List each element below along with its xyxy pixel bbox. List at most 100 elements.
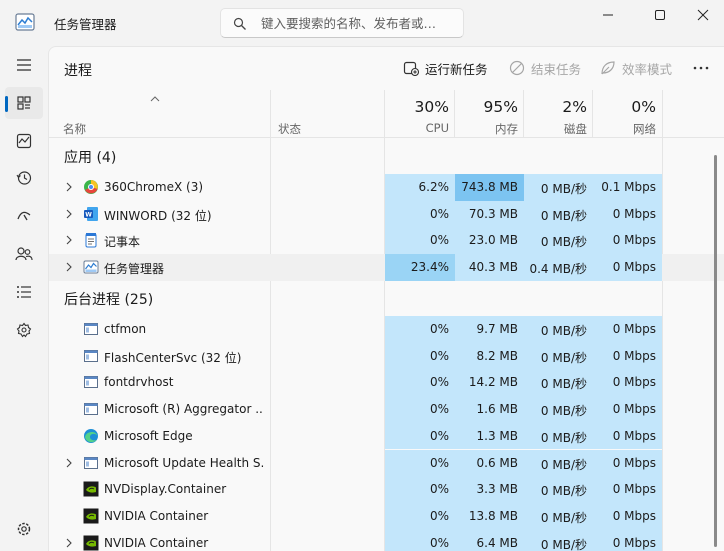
column-cpu[interactable]: 30% CPU — [385, 90, 455, 138]
process-icon — [83, 321, 99, 337]
search-box[interactable] — [220, 8, 464, 38]
nvidia-icon — [83, 481, 99, 497]
heat-strip — [524, 316, 593, 322]
nav-services[interactable] — [5, 314, 43, 346]
chevron-right-icon[interactable] — [65, 182, 73, 192]
cpu-cell: 0% — [385, 396, 455, 423]
network-cell: 0 Mbps — [593, 529, 662, 551]
memory-cell: 6.4 MB — [455, 529, 524, 551]
table-row[interactable]: Microsoft (R) Aggregator ... 0% 1.6 MB 0 MB… — [49, 396, 724, 423]
process-name: Microsoft (R) Aggregator ... — [104, 402, 264, 417]
process-icon — [83, 374, 99, 390]
end-task-button[interactable]: 结束任务 — [509, 58, 581, 78]
section-title-apps: 应用 (4) — [64, 150, 117, 166]
cpu-cell: 0% — [385, 422, 455, 450]
memory-cell: 23.0 MB — [455, 227, 524, 255]
column-disk[interactable]: 2% 磁盘 — [524, 90, 593, 138]
column-network[interactable]: 0% 网络 — [593, 90, 662, 138]
efficiency-mode-button[interactable]: 效率模式 — [600, 58, 672, 78]
page-title: 进程 — [64, 63, 92, 79]
nav-details[interactable] — [5, 276, 43, 308]
process-name: Microsoft Edge — [104, 428, 193, 443]
nvidia-icon — [83, 508, 99, 524]
network-cell: 0 Mbps — [593, 396, 662, 423]
table-row[interactable]: fontdrvhost 0% 14.2 MB 0 MB/秒 0 Mbps — [49, 369, 724, 397]
cpu-cell: 23.4% — [385, 254, 455, 281]
chevron-right-icon[interactable] — [65, 235, 73, 245]
history-icon — [16, 171, 32, 185]
table-row[interactable]: NVIDIA Container 0% 6.4 MB 0 MB/秒 0 Mbps — [49, 529, 724, 551]
close-button[interactable] — [680, 0, 724, 30]
svg-text:W: W — [85, 211, 92, 218]
scrollbar[interactable] — [714, 155, 717, 547]
network-cell: 0 Mbps — [593, 369, 662, 397]
table-row[interactable]: 记事本 0% 23.0 MB 0 MB/秒 0 Mbps — [49, 227, 724, 255]
nav-performance[interactable] — [5, 125, 43, 157]
word-icon: W — [83, 206, 99, 222]
more-options-button[interactable] — [693, 58, 709, 78]
column-status[interactable]: 状态 — [271, 90, 384, 138]
process-name: NVDisplay.Container — [104, 482, 227, 497]
disk-cell: 0 MB/秒 — [524, 529, 593, 551]
table-row[interactable]: NVIDIA Container 0% 13.8 MB 0 MB/秒 0 Mbps — [49, 502, 724, 530]
maximize-button[interactable] — [637, 0, 683, 30]
chevron-right-icon[interactable] — [65, 262, 73, 272]
section-title-background: 后台进程 (25) — [64, 292, 154, 308]
task-manager-icon — [83, 259, 99, 275]
memory-cell: 1.6 MB — [455, 396, 524, 423]
table-row[interactable]: FlashCenterSvc (32 位) 0% 8.2 MB 0 MB/秒 0 Mbp… — [49, 342, 724, 370]
process-icon — [83, 401, 99, 417]
run-new-task-button[interactable]: 运行新任务 — [403, 58, 488, 78]
cpu-cell: 0% — [385, 476, 455, 503]
process-name: NVIDIA Container — [104, 508, 209, 523]
disk-total: 2% — [562, 98, 587, 116]
disk-cell: 0 MB/秒 — [524, 502, 593, 530]
disk-cell: 0 MB/秒 — [524, 200, 593, 228]
table-row[interactable]: Microsoft Edge 0% 1.3 MB 0 MB/秒 0 Mbps — [49, 422, 724, 450]
close-icon — [697, 9, 709, 21]
cpu-cell: 6.2% — [385, 174, 455, 201]
table-row[interactable]: 任务管理器 23.4% 40.3 MB 0.4 MB/秒 0 Mbps — [49, 254, 724, 281]
disk-cell: 0 MB/秒 — [524, 449, 593, 477]
column-name[interactable]: 名称 — [49, 90, 270, 138]
cpu-cell: 0% — [385, 227, 455, 255]
minimize-button[interactable] — [585, 0, 631, 30]
users-icon — [15, 247, 33, 261]
disk-cell: 0.4 MB/秒 — [524, 254, 593, 281]
title-bar: 任务管理器 — [0, 0, 724, 46]
nav-users[interactable] — [5, 238, 43, 270]
sort-up-icon — [150, 96, 160, 102]
gear-icon — [17, 522, 31, 536]
table-row[interactable]: W WINWORD (32 位) 0% 70.3 MB 0 MB/秒 0 Mbps — [49, 200, 724, 228]
leaf-icon — [601, 61, 615, 75]
processes-panel: 进程 运行新任务 结束任务 效率模式 名称 状态 30% CPU 95% 内存 … — [48, 46, 724, 551]
nav-processes[interactable] — [5, 87, 43, 119]
cpu-cell: 0% — [385, 200, 455, 228]
table-row[interactable]: Microsoft Update Health S... 0% 0.6 MB 0 MB… — [49, 449, 724, 477]
table-row[interactable]: NVDisplay.Container 0% 3.3 MB 0 MB/秒 0 Mbps — [49, 476, 724, 503]
maximize-icon — [655, 10, 665, 20]
process-name: FlashCenterSvc (32 位) — [104, 350, 242, 365]
memory-cell: 743.8 MB — [455, 174, 524, 201]
chrome-360-icon — [83, 179, 99, 195]
process-icon — [83, 348, 99, 364]
nav-app-history[interactable] — [5, 162, 43, 194]
chevron-right-icon[interactable] — [65, 538, 73, 548]
nav-startup-apps[interactable] — [5, 199, 43, 231]
process-icon — [83, 455, 99, 471]
process-name: fontdrvhost — [104, 375, 174, 390]
section-header-apps: 应用 (4) — [49, 139, 724, 166]
memory-cell: 8.2 MB — [455, 342, 524, 370]
cpu-total: 30% — [414, 98, 449, 116]
services-icon — [16, 322, 32, 338]
column-memory[interactable]: 95% 内存 — [455, 90, 524, 138]
network-cell: 0 Mbps — [593, 200, 662, 228]
edge-icon — [83, 428, 99, 444]
nav-settings[interactable] — [5, 513, 43, 545]
menu-button[interactable] — [5, 49, 43, 81]
table-row[interactable]: 360ChromeX (3) 6.2% 743.8 MB 0 MB/秒 0.1 Mbps — [49, 174, 724, 201]
search-input[interactable] — [261, 14, 457, 32]
chevron-right-icon[interactable] — [65, 458, 73, 468]
chevron-right-icon[interactable] — [65, 209, 73, 219]
memory-total: 95% — [483, 98, 518, 116]
